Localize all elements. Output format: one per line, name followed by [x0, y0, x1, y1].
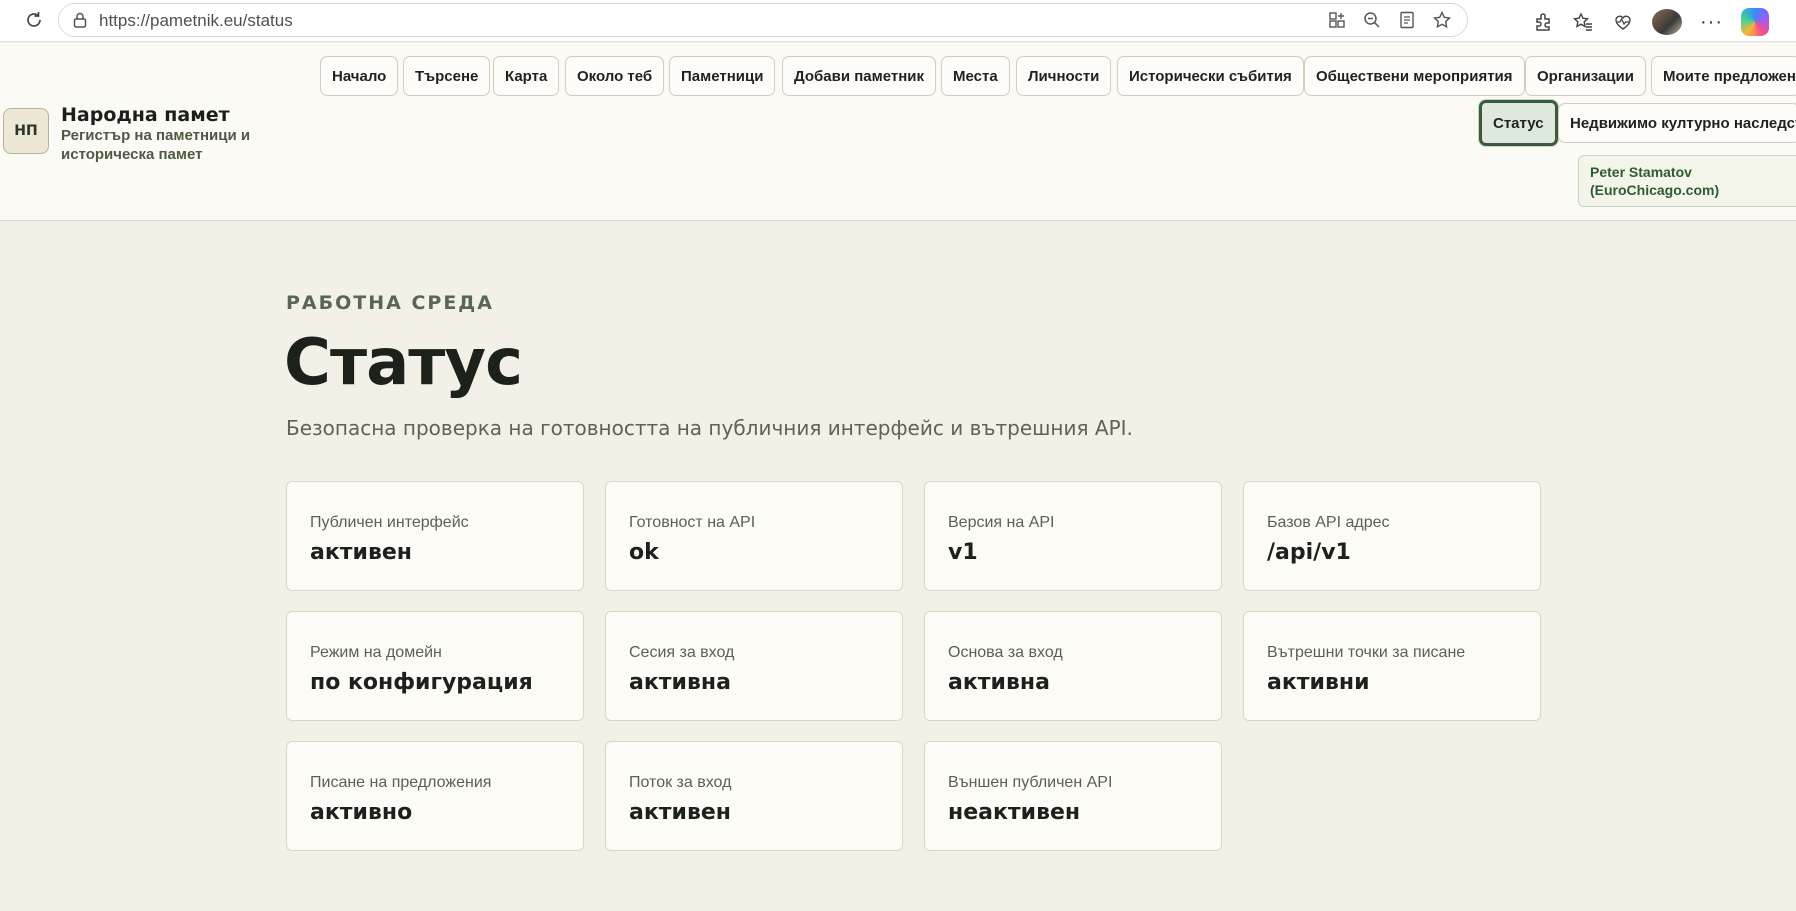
status-card-login-session: Сесия за вход активна: [605, 611, 903, 721]
card-label: Писане на предложения: [310, 774, 492, 791]
card-value: активен: [310, 540, 412, 565]
status-card-proposal-writing: Писане на предложения активно: [286, 741, 584, 851]
profile-avatar[interactable]: [1652, 9, 1682, 35]
card-label: Публичен интерфейс: [310, 514, 469, 531]
user-org: (EuroChicago.com): [1590, 182, 1720, 198]
brand-title[interactable]: Народна памет: [61, 104, 230, 126]
page-title: Статус: [284, 326, 523, 400]
card-label: Поток за вход: [629, 774, 732, 791]
nav-public-events[interactable]: Обществени мероприятия: [1304, 56, 1525, 96]
user-name: Peter Stamatov: [1590, 164, 1692, 180]
section-eyebrow: РАБОТНА СРЕДА: [286, 292, 494, 314]
card-label: Готовност на API: [629, 514, 756, 531]
nav-status[interactable]: Статус: [1479, 100, 1558, 146]
site-logo[interactable]: НП: [3, 108, 49, 154]
star-icon[interactable]: [1431, 9, 1453, 31]
address-bar[interactable]: https://pametnik.eu/status: [58, 3, 1468, 37]
nav-add-monument[interactable]: Добави паметник: [782, 56, 937, 96]
nav-map[interactable]: Карта: [493, 56, 560, 96]
status-card-api-readiness: Готовност на API ok: [605, 481, 903, 591]
brand-subtitle: Регистър на паметници и историческа паме…: [61, 127, 251, 163]
apps-icon[interactable]: [1326, 9, 1348, 31]
card-label: Режим на домейн: [310, 644, 442, 661]
card-value: по конфигурация: [310, 670, 533, 695]
nav-cultural-heritage[interactable]: Недвижимо културно наследство: [1558, 103, 1796, 143]
card-value: ok: [629, 540, 659, 565]
extensions-icon[interactable]: [1532, 11, 1554, 33]
nav-my-proposals[interactable]: Моите предложения: [1651, 56, 1796, 96]
url-text[interactable]: https://pametnik.eu/status: [99, 11, 293, 31]
nav-search[interactable]: Търсене: [403, 56, 491, 96]
reader-icon[interactable]: [1396, 9, 1418, 31]
user-account-chip[interactable]: Peter Stamatov (EuroChicago.com): [1578, 155, 1796, 207]
card-value: активна: [948, 670, 1050, 695]
more-icon[interactable]: ···: [1700, 11, 1723, 33]
zoom-out-icon[interactable]: [1361, 9, 1383, 31]
nav-home[interactable]: Начало: [320, 56, 399, 96]
card-value: активно: [310, 800, 413, 825]
nav-places[interactable]: Места: [941, 56, 1010, 96]
card-value: активни: [1267, 670, 1370, 695]
status-card-login-base: Основа за вход активна: [924, 611, 1222, 721]
card-label: Основа за вход: [948, 644, 1063, 661]
nav-historical-events[interactable]: Исторически събития: [1117, 56, 1304, 96]
card-value: активна: [629, 670, 731, 695]
reload-icon[interactable]: [20, 6, 48, 34]
nav-organizations[interactable]: Организации: [1525, 56, 1646, 96]
status-card-api-base-url: Базов API адрес /api/v1: [1243, 481, 1541, 591]
health-icon[interactable]: [1612, 11, 1634, 33]
page-description: Безопасна проверка на готовността на пуб…: [286, 416, 1133, 440]
browser-toolbar: https://pametnik.eu/status ···: [0, 0, 1796, 42]
status-card-public-interface: Публичен интерфейс активен: [286, 481, 584, 591]
card-value: неактивен: [948, 800, 1081, 825]
status-card-login-flow: Поток за вход активен: [605, 741, 903, 851]
copilot-icon[interactable]: [1740, 8, 1769, 36]
nav-nearby[interactable]: Около теб: [565, 56, 665, 96]
card-label: Базов API адрес: [1267, 514, 1390, 531]
status-card-domain-mode: Режим на домейн по конфигурация: [286, 611, 584, 721]
card-label: Сесия за вход: [629, 644, 735, 661]
status-card-external-public-api: Външен публичен API неактивен: [924, 741, 1222, 851]
nav-persons[interactable]: Личности: [1016, 56, 1112, 96]
card-value: /api/v1: [1267, 540, 1351, 565]
site-header: НП Народна памет Регистър на паметници и…: [0, 43, 1796, 221]
status-card-internal-write-endpoints: Вътрешни точки за писане активни: [1243, 611, 1541, 721]
card-label: Версия на API: [948, 514, 1055, 531]
lock-icon[interactable]: [71, 11, 89, 29]
status-card-api-version: Версия на API v1: [924, 481, 1222, 591]
nav-monuments[interactable]: Паметници: [669, 56, 776, 96]
favorites-icon[interactable]: [1572, 11, 1594, 33]
card-label: Външен публичен API: [948, 774, 1113, 791]
card-value: активен: [629, 800, 731, 825]
card-label: Вътрешни точки за писане: [1267, 644, 1466, 661]
card-value: v1: [948, 540, 978, 565]
